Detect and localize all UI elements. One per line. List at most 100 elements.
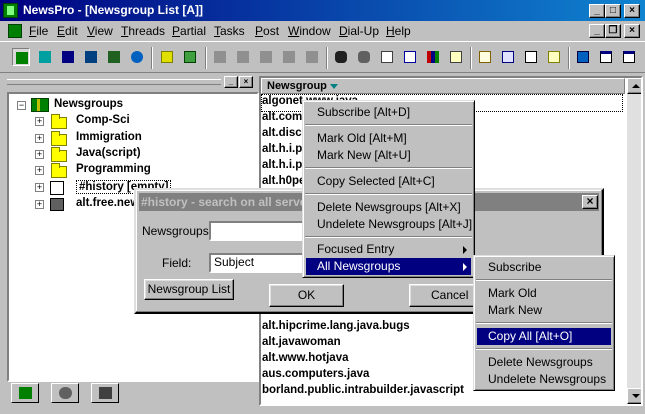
list-item[interactable]: alt.javawoman [262, 336, 341, 352]
menu-tasks[interactable]: Tasks [214, 24, 245, 38]
folder-icon [51, 114, 67, 129]
move-icon[interactable] [36, 48, 54, 66]
outbox-icon[interactable] [499, 48, 517, 66]
mdi-restore-button[interactable]: ❐ [605, 24, 621, 38]
tree-item-javascript[interactable]: + Java(script) [35, 147, 215, 163]
cascade-icon[interactable] [620, 48, 638, 66]
search-globe-icon[interactable] [128, 48, 146, 66]
forward-icon[interactable] [257, 48, 275, 66]
menu-window[interactable]: Window [288, 24, 331, 38]
pane-grip[interactable] [7, 79, 221, 85]
list-item[interactable]: alt.h.i.p [262, 143, 302, 159]
toolbar-separator [205, 47, 207, 69]
expand-icon[interactable]: + [35, 117, 44, 126]
search-icon[interactable] [401, 48, 419, 66]
list-item[interactable]: alt.hipcrime.lang.java.bugs [262, 320, 410, 336]
menu-item-undelete-newsgroups[interactable]: Undelete Newsgroups [Alt+J] [306, 216, 472, 233]
ok-button[interactable]: OK [269, 284, 344, 307]
newsgroups-icon[interactable] [59, 48, 77, 66]
list-item[interactable]: alt.disc [262, 127, 302, 143]
tree-view-icon[interactable] [12, 48, 30, 66]
tree-item-immigration[interactable]: + Immigration [35, 131, 215, 147]
expand-icon[interactable]: + [35, 166, 44, 175]
list-item[interactable]: aus.computers.java [262, 368, 369, 384]
book-icon[interactable] [82, 48, 100, 66]
menu-partial[interactable]: Partial [172, 24, 206, 38]
post-new-icon[interactable] [211, 48, 229, 66]
tree-item-programming[interactable]: + Programming [35, 163, 215, 179]
submenu-item-mark-new[interactable]: Mark New [477, 302, 611, 319]
mail-icon[interactable] [476, 48, 494, 66]
scroll-up-button[interactable] [627, 78, 641, 94]
server-icon[interactable] [105, 48, 123, 66]
reply-icon[interactable] [234, 48, 252, 66]
menu-dial-up[interactable]: Dial-Up [339, 24, 379, 38]
find-icon[interactable] [332, 48, 350, 66]
find-next-icon[interactable] [355, 48, 373, 66]
filter-icon[interactable] [378, 48, 396, 66]
close-button[interactable]: × [624, 4, 640, 18]
expand-icon[interactable]: + [35, 200, 44, 209]
list-item[interactable]: alt.h.i.p [262, 159, 302, 175]
stop-icon[interactable] [303, 48, 321, 66]
menu-item-all-newsgroups[interactable]: All Newsgroups [306, 258, 471, 275]
menu-item-mark-old[interactable]: Mark Old [Alt+M] [306, 130, 471, 147]
new-folder-icon[interactable] [158, 48, 176, 66]
help-icon[interactable] [447, 48, 465, 66]
menu-item-copy-selected[interactable]: Copy Selected [Alt+C] [306, 173, 471, 190]
newsgroups-input[interactable] [209, 221, 309, 241]
expand-icon[interactable]: + [35, 134, 44, 143]
window-icon[interactable] [597, 48, 615, 66]
stats-icon[interactable] [424, 48, 442, 66]
submenu-item-mark-old[interactable]: Mark Old [477, 285, 611, 302]
newspro-app-icon[interactable] [3, 3, 18, 18]
newsgroup-list-button[interactable]: Newsgroup List [144, 279, 234, 300]
collapse-icon[interactable]: − [17, 101, 26, 110]
menu-file[interactable]: File [29, 24, 48, 38]
tree-root[interactable]: − Newsgroups [17, 98, 217, 114]
menu-post[interactable]: Post [255, 24, 279, 38]
vertical-scrollbar[interactable] [627, 78, 641, 404]
dialog-close-button[interactable]: × [582, 195, 598, 209]
document-icon[interactable] [8, 24, 22, 38]
submenu-item-subscribe[interactable]: Subscribe [477, 259, 611, 276]
minimize-button[interactable]: _ [589, 4, 605, 18]
list-item[interactable]: borland.public.intrabuilder.javascript [262, 384, 464, 400]
mdi-close-button[interactable]: × [624, 24, 640, 38]
tree-item-comp-sci[interactable]: + Comp-Sci [35, 114, 215, 130]
submenu-item-copy-all[interactable]: Copy All [Alt+O] [477, 328, 611, 345]
menu-item-delete-newsgroups[interactable]: Delete Newsgroups [Alt+X] [306, 199, 471, 216]
field-select[interactable]: Subject [209, 253, 307, 273]
pane-close-button[interactable]: × [239, 76, 253, 88]
newsgroups-tab[interactable] [11, 383, 39, 403]
tree-item-server[interactable]: + alt.free.new [35, 197, 145, 213]
menu-item-focused-entry[interactable]: Focused Entry [306, 241, 471, 258]
pane-minimize-button[interactable]: _ [224, 76, 238, 88]
expand-icon[interactable]: + [35, 183, 44, 192]
delete-folder-icon[interactable] [181, 48, 199, 66]
expand-icon[interactable]: + [35, 150, 44, 159]
menu-item-subscribe[interactable]: Subscribe [Alt+D] [306, 104, 471, 121]
mdi-minimize-button[interactable]: _ [589, 24, 605, 38]
submenu-item-undelete-newsgroups[interactable]: Undelete Newsgroups [477, 371, 611, 388]
cancel-post-icon[interactable] [280, 48, 298, 66]
window-title-bar[interactable]: NewsPro - [Newsgroup List [A]] _ □ × [0, 0, 645, 21]
list-item[interactable]: alt.com [262, 111, 302, 127]
save-icon[interactable] [545, 48, 563, 66]
menu-edit[interactable]: Edit [57, 24, 78, 38]
scroll-down-button[interactable] [627, 388, 641, 404]
submenu-item-delete-newsgroups[interactable]: Delete Newsgroups [477, 354, 611, 371]
submenu-arrow-icon [463, 246, 467, 254]
server-tab[interactable] [91, 383, 119, 403]
print-icon[interactable] [522, 48, 540, 66]
all-newsgroups-submenu: Subscribe Mark Old Mark New Copy All [Al… [473, 255, 615, 391]
menu-help[interactable]: Help [386, 24, 411, 38]
menu-item-mark-new[interactable]: Mark New [Alt+U] [306, 147, 471, 164]
column-header-newsgroup[interactable]: Newsgroup [261, 78, 625, 94]
maximize-button[interactable]: □ [605, 4, 621, 18]
tools-tab[interactable] [51, 383, 79, 403]
list-item[interactable]: alt.www.hotjava [262, 352, 348, 368]
menu-view[interactable]: View [87, 24, 113, 38]
menu-threads[interactable]: Threads [121, 24, 165, 38]
options-icon[interactable] [574, 48, 592, 66]
